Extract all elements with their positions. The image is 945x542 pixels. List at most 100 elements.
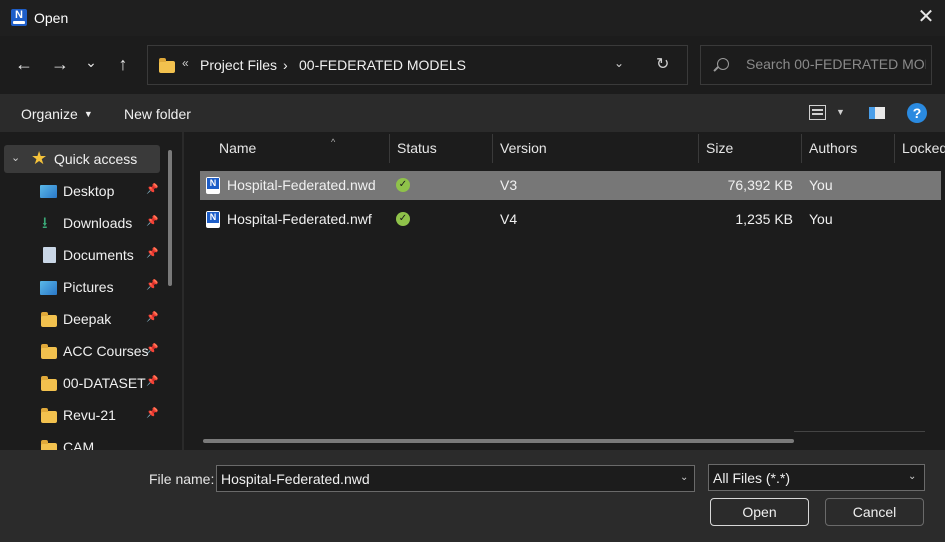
sidebar-item-desktop[interactable]: Desktop 📌 [4, 177, 160, 205]
file-row[interactable]: Hospital-Federated.nwd ✓ V3 76,392 KB Yo… [200, 171, 941, 200]
downloads-icon: ⭳ [42, 215, 48, 232]
breadcrumb-separator-icon[interactable]: › [283, 57, 288, 73]
column-header-locked[interactable]: Locked [902, 140, 945, 156]
breadcrumb-overflow-icon[interactable]: « [182, 56, 189, 70]
file-authors: You [809, 211, 833, 227]
sidebar-item-label: 00-DATASET [63, 375, 146, 391]
column-divider[interactable] [894, 134, 895, 163]
column-divider[interactable] [492, 134, 493, 163]
search-icon [717, 58, 729, 70]
pin-icon: 📌 [146, 376, 159, 387]
organize-button[interactable]: Organize ▼ [21, 106, 93, 122]
search-input[interactable] [746, 56, 926, 72]
file-size: 76,392 KB [727, 177, 793, 193]
search-box[interactable] [700, 45, 932, 85]
desktop-icon [40, 185, 57, 198]
column-header-name[interactable]: ^ Name [219, 137, 335, 156]
preview-pane-icon[interactable] [869, 107, 885, 119]
pin-icon: 📌 [146, 344, 159, 355]
back-arrow-icon[interactable]: ← [12, 52, 36, 76]
column-header-version[interactable]: Version [500, 140, 547, 156]
sidebar-item-quick-access[interactable]: ⌄ ★ Quick access [4, 145, 160, 173]
breadcrumb-federated-models[interactable]: 00-FEDERATED MODELS [299, 57, 466, 73]
pin-icon: 📌 [146, 408, 159, 419]
file-row[interactable]: Hospital-Federated.nwf ✓ V4 1,235 KB You [200, 205, 941, 234]
close-icon[interactable]: ✕ [915, 6, 937, 28]
sidebar-item-deepak[interactable]: Deepak 📌 [4, 305, 160, 333]
open-button[interactable]: Open [710, 498, 809, 526]
chevron-down-icon[interactable]: ⌄ [11, 151, 20, 164]
file-name-input[interactable] [221, 471, 661, 487]
column-divider[interactable] [698, 134, 699, 163]
sidebar-item-downloads[interactable]: ⭳ Downloads 📌 [4, 209, 160, 237]
help-icon[interactable]: ? [907, 103, 927, 123]
synced-check-icon: ✓ [396, 178, 410, 192]
file-size: 1,235 KB [735, 211, 793, 227]
file-name: Hospital-Federated.nwf [227, 211, 372, 227]
title-bar: N Open ✕ [0, 0, 945, 36]
sidebar-item-label: Quick access [54, 151, 138, 167]
sidebar-item-documents[interactable]: Documents 📌 [4, 241, 160, 269]
sidebar-item-cam[interactable]: CAM [4, 433, 160, 450]
pin-icon: 📌 [146, 184, 159, 195]
refresh-icon[interactable]: ↻ [656, 54, 669, 74]
chevron-down-icon[interactable]: ⌄ [680, 472, 688, 483]
column-header-label: Name [219, 140, 257, 156]
file-list: ^ Name Status Version Size Authors Locked… [184, 132, 945, 450]
caret-down-icon: ▼ [83, 109, 93, 119]
file-name-combobox[interactable]: ⌄ [216, 465, 695, 492]
folder-icon [159, 58, 175, 73]
breadcrumb-project-files[interactable]: Project Files [200, 57, 277, 73]
sidebar-item-revu-21[interactable]: Revu-21 📌 [4, 401, 160, 429]
sidebar-item-label: ACC Courses [63, 343, 149, 359]
navigation-pane: ⌄ ★ Quick access Desktop 📌 ⭳ Downloads 📌… [0, 132, 182, 450]
sidebar-scrollbar[interactable] [168, 150, 172, 286]
pin-icon: 📌 [146, 216, 159, 227]
view-options-icon[interactable] [809, 105, 826, 120]
recent-locations-chevron-icon[interactable]: ⌄ [79, 50, 103, 74]
navisworks-file-icon [206, 211, 220, 228]
sidebar-item-label: Pictures [63, 279, 114, 295]
folder-icon [41, 440, 57, 450]
command-bar: Organize ▼ New folder ▼ ? [0, 94, 945, 132]
pin-icon: 📌 [146, 312, 159, 323]
column-header-authors[interactable]: Authors [809, 140, 857, 156]
column-header-status[interactable]: Status [397, 140, 437, 156]
chevron-down-icon[interactable]: ⌄ [614, 56, 624, 70]
pin-icon: 📌 [146, 248, 159, 259]
pin-icon: 📌 [146, 280, 159, 291]
sidebar-item-acc-courses[interactable]: ACC Courses 📌 [4, 337, 160, 365]
star-icon: ★ [31, 148, 48, 168]
navisworks-file-icon [206, 177, 220, 194]
folder-icon [41, 408, 57, 423]
file-version: V3 [500, 177, 518, 193]
scrollbar-track [794, 431, 925, 432]
column-divider[interactable] [389, 134, 390, 163]
horizontal-scrollbar[interactable] [203, 439, 794, 443]
window-title: Open [34, 10, 69, 26]
file-name: Hospital-Federated.nwd [227, 177, 376, 193]
new-folder-button[interactable]: New folder [124, 106, 191, 122]
cancel-button[interactable]: Cancel [825, 498, 924, 526]
sidebar-item-label: Deepak [63, 311, 112, 327]
sidebar-item-pictures[interactable]: Pictures 📌 [4, 273, 160, 301]
sidebar-item-label: CAM [63, 439, 95, 450]
up-arrow-icon[interactable]: ↑ [111, 52, 135, 76]
folder-icon [41, 312, 57, 327]
column-divider[interactable] [801, 134, 802, 163]
file-type-select[interactable]: All Files (*.*) ⌄ [708, 464, 925, 491]
navisworks-icon: N [11, 9, 27, 26]
documents-icon [43, 247, 56, 263]
caret-down-icon[interactable]: ▼ [836, 107, 845, 117]
sidebar-item-00-dataset[interactable]: 00-DATASET 📌 [4, 369, 160, 397]
organize-label: Organize [21, 106, 78, 122]
column-header-size[interactable]: Size [706, 140, 733, 156]
forward-arrow-icon[interactable]: → [48, 52, 72, 76]
sidebar-item-label: Documents [63, 247, 134, 263]
file-version: V4 [500, 211, 518, 227]
file-type-value: All Files (*.*) [713, 470, 791, 486]
address-bar[interactable]: « Project Files › 00-FEDERATED MODELS ⌄ … [147, 45, 688, 85]
file-name-label: File name: [149, 471, 215, 487]
file-authors: You [809, 177, 833, 193]
chevron-down-icon: ⌄ [908, 471, 917, 482]
